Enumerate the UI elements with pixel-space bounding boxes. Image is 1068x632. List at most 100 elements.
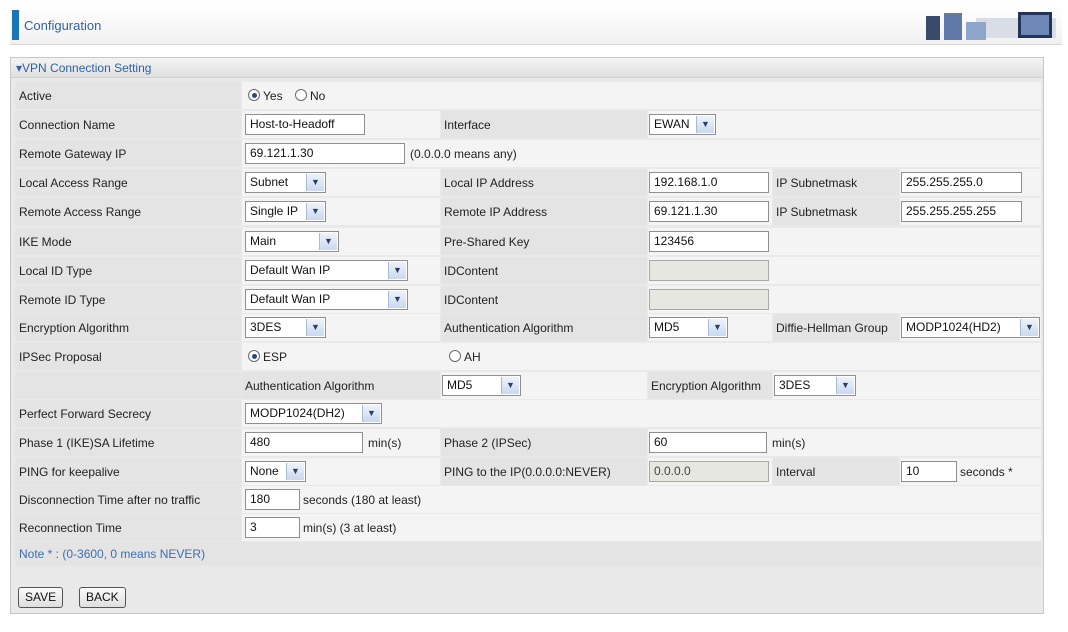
chevron-down-icon: ▼ <box>836 377 854 394</box>
chevron-down-icon: ▼ <box>501 377 519 394</box>
phase2-label: Phase 2 (IPSec) <box>444 436 532 450</box>
ike-mode-value: Main <box>250 234 277 248</box>
local-id-value: Default Wan IP <box>250 263 331 277</box>
interface-select[interactable]: EWAN ▼ <box>649 114 716 135</box>
chevron-down-icon: ▼ <box>362 405 380 422</box>
interface-value: EWAN <box>654 117 690 131</box>
remote-gateway-label: Remote Gateway IP <box>19 147 127 161</box>
psk-input[interactable]: 123456 <box>649 231 769 252</box>
phase1-input[interactable]: 480 <box>245 432 363 453</box>
phase2-unit: min(s) <box>772 436 806 450</box>
remote-idcontent-input[interactable] <box>649 289 769 310</box>
remote-idcontent-label: IDContent <box>444 293 499 307</box>
row-reconnection: Reconnection Time 3 min(s) (3 at least) <box>15 514 1041 542</box>
remote-access-select[interactable]: Single IP ▼ <box>245 201 326 222</box>
interval-input[interactable]: 10 <box>901 461 957 482</box>
remote-ip-label: Remote IP Address <box>444 205 548 219</box>
row-phase-lifetime: Phase 1 (IKE)SA Lifetime 480 min(s) Phas… <box>15 429 1041 457</box>
ike-mode-select[interactable]: Main ▼ <box>245 231 339 252</box>
remote-mask-input[interactable]: 255.255.255.255 <box>901 201 1022 222</box>
remote-gateway-input[interactable]: 69.121.1.30 <box>245 143 405 164</box>
chevron-down-icon: ▼ <box>388 291 406 308</box>
local-mask-input[interactable]: 255.255.255.0 <box>901 172 1022 193</box>
disconnect-input[interactable]: 180 <box>245 489 300 510</box>
active-yes-radio[interactable] <box>248 89 260 101</box>
remote-ip-input[interactable]: 69.121.1.30 <box>649 201 769 222</box>
ipsec-auth-value: MD5 <box>447 378 473 392</box>
chevron-down-icon: ▼ <box>708 319 726 336</box>
row-ping: PING for keepalive None ▼ PING to the IP(… <box>15 458 1041 486</box>
row-remote-access: Remote Access Range Single IP ▼ Remote IP… <box>15 198 1041 226</box>
esp-radio[interactable] <box>248 350 260 362</box>
note-text: Note * : (0-3600, 0 means NEVER) <box>19 547 206 561</box>
authentication-label: Authentication Algorithm <box>444 321 574 335</box>
row-remote-id: Remote ID Type Default Wan IP ▼ IDContent <box>15 286 1041 314</box>
page-title: Configuration <box>24 18 102 33</box>
dh-group-select[interactable]: MODP1024(HD2) ▼ <box>901 317 1040 338</box>
row-ike-mode: IKE Mode Main ▼ Pre-Shared Key 123456 <box>15 228 1041 256</box>
phase1-label: Phase 1 (IKE)SA Lifetime <box>19 436 155 450</box>
header-accent-bar <box>12 10 19 40</box>
encryption-label: Encryption Algorithm <box>19 321 130 335</box>
disconnect-label: Disconnection Time after no traffic <box>19 493 201 507</box>
row-encryption: Encryption Algorithm 3DES ▼ Authenticatio… <box>15 314 1041 342</box>
encryption-select[interactable]: 3DES ▼ <box>245 317 326 338</box>
ah-label: AH <box>464 350 481 364</box>
chevron-down-icon: ▼ <box>286 463 304 480</box>
phase2-input[interactable]: 60 <box>649 432 767 453</box>
row-connection-name: Connection Name Host-to-Headoff Interfac… <box>15 111 1041 139</box>
local-id-label: Local ID Type <box>19 264 93 278</box>
remote-access-label: Remote Access Range <box>19 205 142 219</box>
local-idcontent-label: IDContent <box>444 264 499 278</box>
psk-label: Pre-Shared Key <box>444 235 530 249</box>
chevron-down-icon: ▼ <box>696 116 714 133</box>
authentication-select[interactable]: MD5 ▼ <box>649 317 728 338</box>
disconnect-unit: seconds (180 at least) <box>303 493 422 507</box>
local-access-value: Subnet <box>250 175 289 189</box>
phase1-unit: min(s) <box>368 436 402 450</box>
connection-name-label: Connection Name <box>19 118 116 132</box>
active-no-radio[interactable] <box>295 89 307 101</box>
row-remote-gateway: Remote Gateway IP 69.121.1.30 (0.0.0.0 m… <box>15 140 1041 168</box>
section-title[interactable]: ▾VPN Connection Setting <box>11 58 1043 78</box>
reconnect-unit: min(s) (3 at least) <box>303 521 397 535</box>
note-row: Note * : (0-3600, 0 means NEVER) <box>15 542 1041 566</box>
chevron-down-icon: ▼ <box>306 203 324 220</box>
active-yes-label: Yes <box>263 89 283 103</box>
local-idcontent-input[interactable] <box>649 260 769 281</box>
esp-label: ESP <box>263 350 288 364</box>
row-active: Active Yes No <box>15 82 1041 110</box>
ah-radio[interactable] <box>449 350 461 362</box>
dh-group-label: Diffie-Hellman Group <box>776 321 888 335</box>
ipsec-enc-label: Encryption Algorithm <box>651 379 762 393</box>
local-id-select[interactable]: Default Wan IP ▼ <box>245 260 408 281</box>
ping-ip-input[interactable]: 0.0.0.0 <box>649 461 769 482</box>
local-mask-label: IP Subnetmask <box>776 176 858 190</box>
chevron-down-icon: ▼ <box>1020 319 1038 336</box>
header-bar: Configuration <box>10 6 1062 45</box>
reconnect-label: Reconnection Time <box>19 521 122 535</box>
pfs-label: Perfect Forward Secrecy <box>19 407 152 421</box>
ipsec-enc-select[interactable]: 3DES ▼ <box>774 375 856 396</box>
pfs-value: MODP1024(DH2) <box>250 406 345 420</box>
ping-select[interactable]: None ▼ <box>245 461 306 482</box>
back-button[interactable]: BACK <box>79 587 126 608</box>
ipsec-enc-value: 3DES <box>779 378 811 392</box>
local-access-select[interactable]: Subnet ▼ <box>245 172 326 193</box>
ipsec-label: IPSec Proposal <box>19 350 102 364</box>
pfs-select[interactable]: MODP1024(DH2) ▼ <box>245 403 382 424</box>
vpn-settings-panel: ▾VPN Connection Setting Active Yes No Co… <box>10 57 1044 614</box>
row-ipsec-algorithms: Authentication Algorithm MD5 ▼ Encryption… <box>15 372 1041 400</box>
ipsec-auth-select[interactable]: MD5 ▼ <box>442 375 521 396</box>
ping-value: None <box>250 464 279 478</box>
interval-unit: seconds * <box>960 465 1013 479</box>
remote-id-select[interactable]: Default Wan IP ▼ <box>245 289 408 310</box>
row-ipsec-proposal: IPSec Proposal ESP AH <box>15 343 1041 371</box>
connection-name-input[interactable]: Host-to-Headoff <box>245 114 365 135</box>
interface-label: Interface <box>444 118 491 132</box>
remote-access-value: Single IP <box>250 204 299 218</box>
save-button[interactable]: SAVE <box>18 587 64 608</box>
local-ip-input[interactable]: 192.168.1.0 <box>649 172 769 193</box>
row-disconnection: Disconnection Time after no traffic 180 … <box>15 486 1041 514</box>
reconnect-input[interactable]: 3 <box>245 517 300 538</box>
